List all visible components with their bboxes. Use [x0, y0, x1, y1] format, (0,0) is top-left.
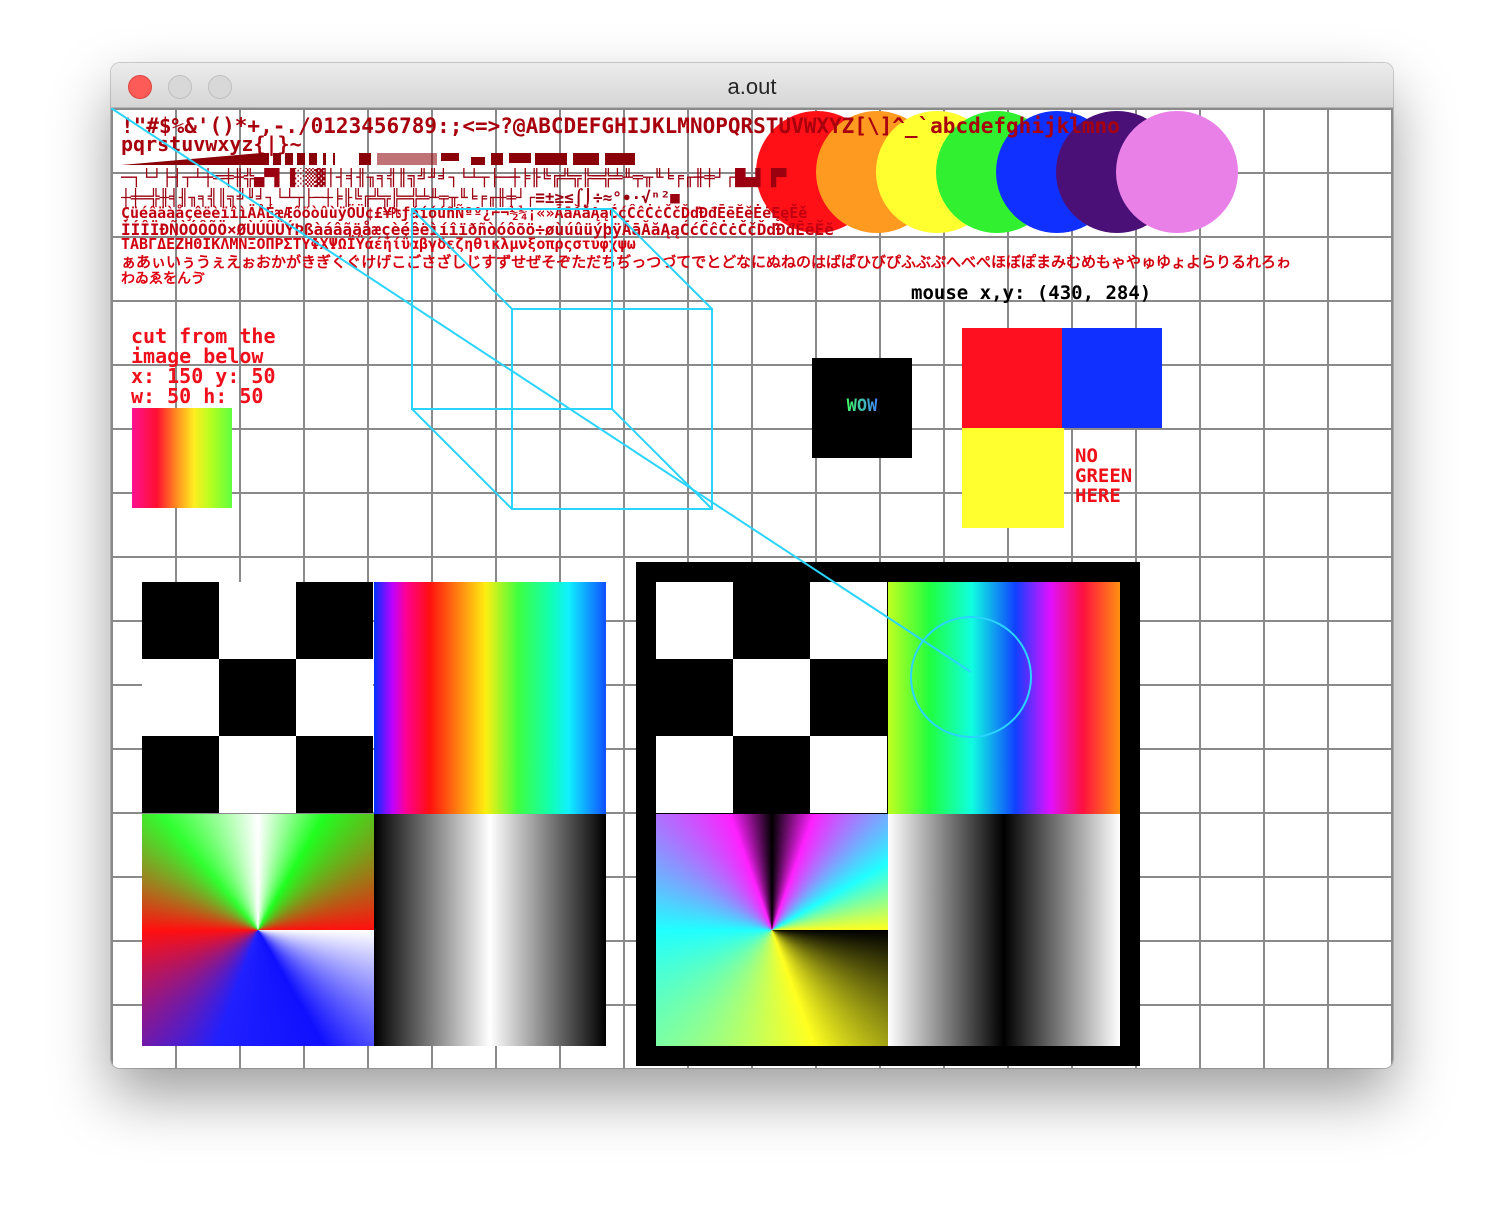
test-image-right — [656, 582, 1120, 1046]
grid-tick — [239, 1064, 241, 1068]
grayscale-gradient — [374, 814, 606, 1046]
conic-gradient — [142, 814, 374, 1046]
render-canvas[interactable]: !"#$%&'()*+,-./0123456789:;<=>?@ABCDEFGH… — [111, 108, 1393, 1068]
wow-label: WOW — [812, 396, 912, 416]
title-bar[interactable]: a.out — [111, 63, 1393, 108]
test-image-right-frame — [636, 562, 1140, 1066]
no-green-label: GREEN — [1075, 465, 1133, 487]
checkerboard-inverted — [656, 582, 887, 813]
grid-tick — [175, 1064, 177, 1068]
conic-gradient-inverted — [656, 814, 888, 1046]
blue-swatch — [1062, 328, 1162, 428]
cropped-image — [132, 408, 232, 508]
grid-tick — [303, 1064, 305, 1068]
no-green-label: HERE — [1075, 485, 1121, 507]
cut-label-line: w: 50 h: 50 — [131, 384, 264, 408]
rainbow-gradient-inverted — [888, 582, 1120, 814]
rainbow-gradient — [374, 582, 606, 814]
cube-front-face — [511, 308, 713, 510]
cut-label-line: x: 150 y: 50 — [131, 364, 276, 388]
hiragana-glyph-row-2: わゐゑをんゔ — [121, 271, 205, 287]
mouse-coordinates-readout: mouse x,y: (430, 284) — [911, 282, 1152, 304]
checkerboard — [142, 582, 373, 813]
block-glyph-row — [121, 153, 635, 165]
cut-label-line: image below — [131, 344, 264, 368]
grayscale-gradient-inverted — [888, 814, 1120, 1046]
app-window: a.out !"#$%&'()*+,-./0123456789:;<=>?@AB… — [111, 63, 1393, 1068]
window-title: a.out — [727, 74, 777, 99]
box-drawing-row: ─┐└┘├┤┬┴┼═╪╫╬▄▀▌▐░▒▓│┤╡╢╖╕╣║╗╝╜╛┐└┴┬├─┼╞… — [121, 168, 787, 188]
test-image-left — [142, 582, 606, 1046]
no-green-label: NO — [1075, 445, 1098, 467]
wow-image: WOW — [812, 358, 912, 458]
cut-label-line: cut from the — [131, 324, 276, 348]
red-swatch — [962, 328, 1062, 428]
yellow-swatch — [962, 428, 1064, 528]
